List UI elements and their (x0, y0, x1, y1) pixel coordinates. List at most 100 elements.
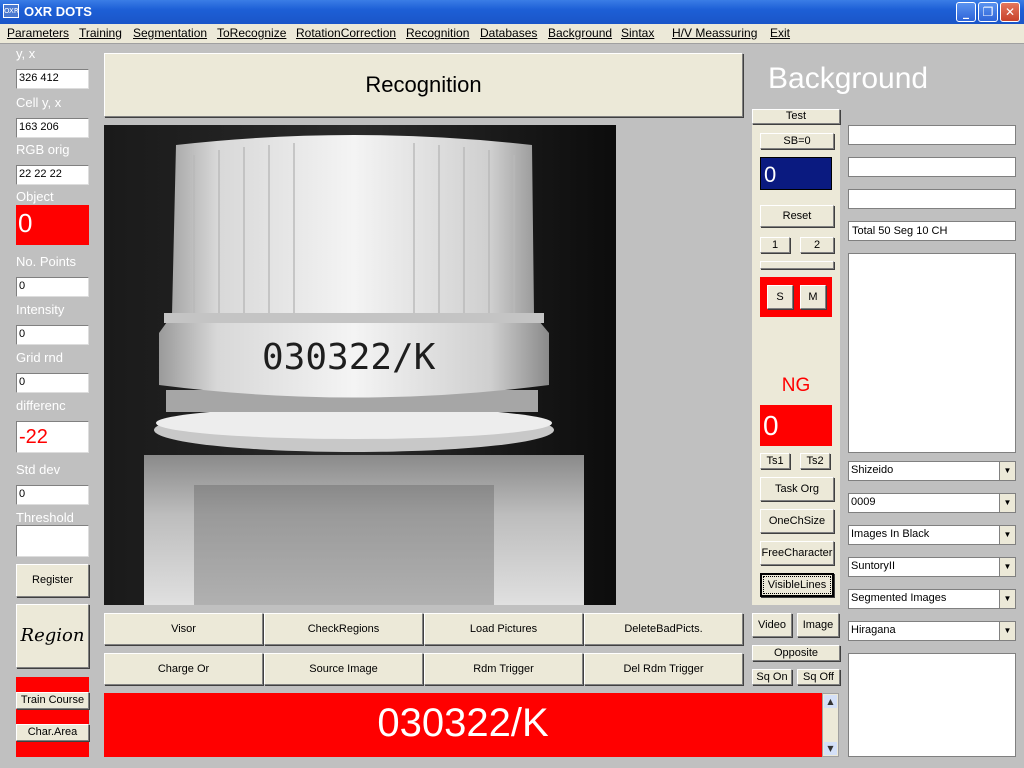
register-button[interactable]: Register (16, 564, 89, 597)
menu-training[interactable]: Training (79, 26, 122, 40)
right-field-3[interactable] (848, 189, 1016, 209)
result-scrollbar[interactable]: ▲ ▼ (822, 693, 839, 757)
mid-panel (752, 125, 840, 605)
right-field-1[interactable] (848, 125, 1016, 145)
task-org-button[interactable]: Task Org (760, 477, 834, 501)
right-bottom-box[interactable] (848, 653, 1016, 757)
scroll-up-icon[interactable]: ▲ (824, 695, 837, 708)
menu-rotationcorrection[interactable]: RotationCorrection (296, 26, 396, 40)
test-button[interactable]: Test (752, 109, 840, 124)
reset-button[interactable]: Reset (760, 205, 834, 227)
source-image-button[interactable]: Source Image (264, 653, 423, 685)
rdm-trigger-button[interactable]: Rdm Trigger (424, 653, 583, 685)
diff-field[interactable]: -22 (16, 421, 89, 453)
intensity-label: Intensity (16, 302, 65, 317)
menu-background[interactable]: Background (548, 26, 612, 40)
ts1-button[interactable]: Ts1 (760, 453, 790, 469)
rgb-field[interactable]: 22 22 22 (16, 165, 89, 185)
combo-image-mode[interactable]: Images In Black ▼ (848, 525, 1016, 545)
sb-value: 0 (760, 157, 832, 190)
menu-segmentation[interactable]: Segmentation (133, 26, 207, 40)
minimize-button[interactable]: _ (956, 2, 976, 22)
charge-or-button[interactable]: Charge Or (104, 653, 263, 685)
chevron-down-icon[interactable]: ▼ (999, 622, 1015, 640)
diff-label: differenc (16, 398, 66, 413)
cell-label: Cell y, x (16, 95, 62, 110)
total-field[interactable]: Total 50 Seg 10 CH (848, 221, 1016, 241)
threshold-label: Threshold (16, 510, 74, 525)
grid-field[interactable]: 0 (16, 373, 89, 393)
sq-on-button[interactable]: Sq On (752, 669, 792, 685)
visor-button[interactable]: Visor (104, 613, 263, 645)
cell-field[interactable]: 163 206 (16, 118, 89, 138)
sq-off-button[interactable]: Sq Off (797, 669, 840, 685)
mid-slider[interactable] (760, 261, 834, 269)
ts2-button[interactable]: Ts2 (800, 453, 830, 469)
ng-value: 0 (760, 405, 832, 446)
image-button[interactable]: Image (797, 613, 839, 637)
s-button[interactable]: S (767, 285, 793, 309)
one-ch-size-button[interactable]: OneChSize (760, 509, 834, 533)
train-course-button[interactable]: Train Course (16, 692, 89, 709)
check-regions-button[interactable]: CheckRegions (264, 613, 423, 645)
rgb-label: RGB orig (16, 142, 70, 157)
object-value: 0 (16, 205, 89, 245)
del-rdm-trigger-button[interactable]: Del Rdm Trigger (584, 653, 743, 685)
combo-number[interactable]: 0009 ▼ (848, 493, 1016, 513)
visible-lines-button[interactable]: VisibleLines (760, 573, 834, 597)
combo-segmentation[interactable]: Segmented Images ▼ (848, 589, 1016, 609)
combo-number-value: 0009 (851, 496, 876, 508)
combo-segmentation-value: Segmented Images (851, 592, 947, 604)
background-title: Background (768, 62, 929, 95)
free-character-button[interactable]: FreeCharacter (760, 541, 834, 565)
chevron-down-icon[interactable]: ▼ (999, 494, 1015, 512)
one-button[interactable]: 1 (760, 237, 790, 253)
ng-label: NG (781, 375, 811, 396)
combo-font[interactable]: SuntoryII ▼ (848, 557, 1016, 577)
std-field[interactable]: 0 (16, 485, 89, 505)
maximize-button[interactable]: ❐ (978, 2, 998, 22)
menu-databases[interactable]: Databases (480, 26, 537, 40)
menu-parameters[interactable]: Parameters (7, 26, 69, 40)
chevron-down-icon[interactable]: ▼ (999, 558, 1015, 576)
combo-dataset-value: Shizeido (851, 464, 894, 476)
char-area-button[interactable]: Char.Area (16, 724, 89, 741)
yx-field[interactable]: 326 412 (16, 69, 89, 89)
scroll-down-icon[interactable]: ▼ (824, 742, 837, 755)
std-label: Std dev (16, 462, 61, 477)
yx-label: y, x (16, 46, 36, 61)
recognition-header: Recognition (104, 53, 743, 117)
menu-torecognize[interactable]: ToRecognize (217, 26, 286, 40)
right-field-2[interactable] (848, 157, 1016, 177)
right-list-box[interactable] (848, 253, 1016, 453)
menu-bar: Parameters Training Segmentation ToRecog… (0, 24, 1024, 44)
combo-charset[interactable]: Hiragana ▼ (848, 621, 1016, 641)
grid-label: Grid rnd (16, 350, 63, 365)
combo-charset-value: Hiragana (851, 624, 896, 636)
two-button[interactable]: 2 (800, 237, 834, 253)
window-title: OXR DOTS (24, 4, 92, 19)
chevron-down-icon[interactable]: ▼ (999, 526, 1015, 544)
close-button[interactable]: ✕ (1000, 2, 1020, 22)
intensity-field[interactable]: 0 (16, 325, 89, 345)
delete-bad-picts-button[interactable]: DeleteBadPicts. (584, 613, 743, 645)
chevron-down-icon[interactable]: ▼ (999, 590, 1015, 608)
opposite-button[interactable]: Opposite (752, 645, 840, 661)
combo-font-value: SuntoryII (851, 560, 896, 572)
m-button[interactable]: M (800, 285, 826, 309)
object-label: Object (16, 189, 54, 204)
combo-dataset[interactable]: Shizeido ▼ (848, 461, 1016, 481)
sb-button[interactable]: SB=0 (760, 133, 834, 149)
threshold-field[interactable] (16, 525, 89, 557)
points-label: No. Points (16, 254, 76, 269)
menu-sintax[interactable]: Sintax (621, 26, 654, 40)
points-field[interactable]: 0 (16, 277, 89, 297)
menu-hv-meassuring[interactable]: H/V Meassuring (672, 26, 757, 40)
region-button[interactable]: Region (16, 604, 89, 668)
video-button[interactable]: Video (752, 613, 792, 637)
menu-recognition[interactable]: Recognition (406, 26, 469, 40)
train-area-red (16, 677, 89, 757)
menu-exit[interactable]: Exit (770, 26, 790, 40)
load-pictures-button[interactable]: Load Pictures (424, 613, 583, 645)
chevron-down-icon[interactable]: ▼ (999, 462, 1015, 480)
